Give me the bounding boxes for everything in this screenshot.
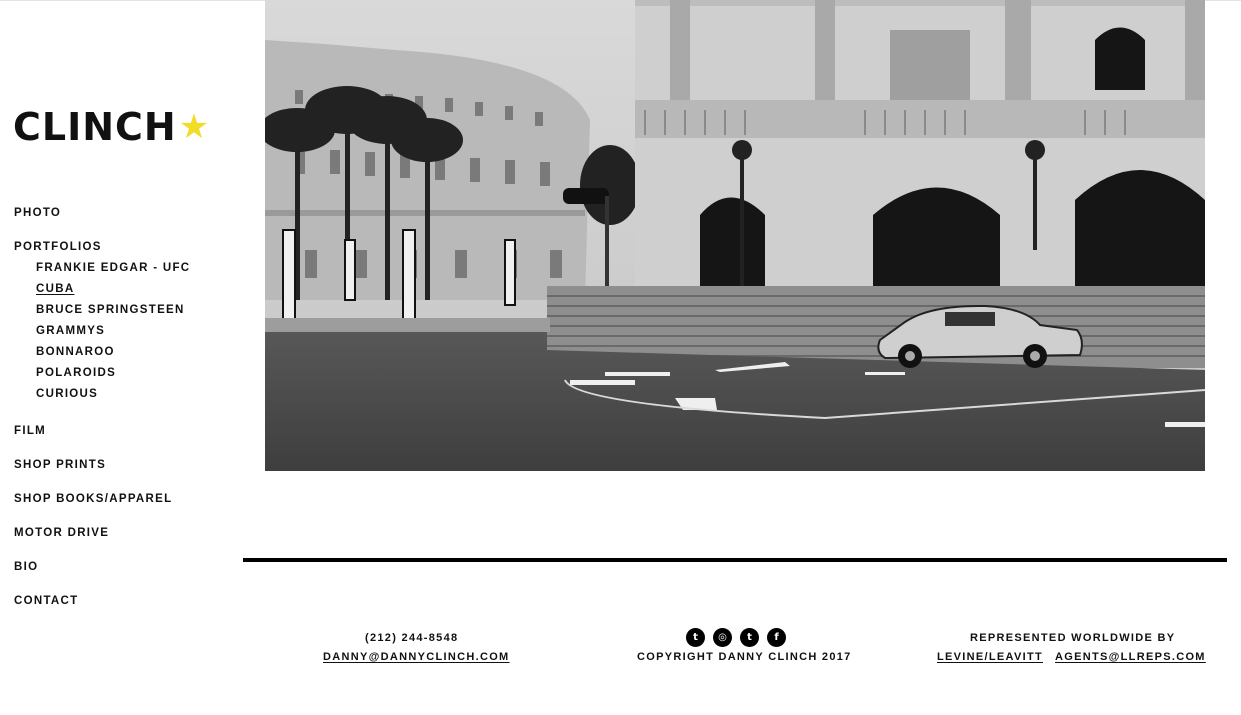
- footer-copyright: COPYRIGHT DANNY CLINCH 2017: [637, 651, 852, 663]
- nav-portfolio-curious[interactable]: CURIOUS: [36, 388, 98, 400]
- footer-represented-by: REPRESENTED WORLDWIDE BY: [970, 632, 1176, 644]
- twitter-icon[interactable]: t: [686, 628, 705, 647]
- nav-portfolio-cuba[interactable]: CUBA: [36, 283, 74, 295]
- footer-divider: [243, 558, 1227, 562]
- nav-shop-books-apparel[interactable]: SHOP BOOKS/APPAREL: [14, 493, 172, 505]
- footer-agency-email-link[interactable]: AGENTS@LLREPS.COM: [1055, 651, 1206, 663]
- nav-motor-drive[interactable]: MOTOR DRIVE: [14, 527, 109, 539]
- hero-photo[interactable]: [265, 0, 1205, 471]
- nav-bio[interactable]: BIO: [14, 561, 38, 573]
- nav-portfolio-polaroids[interactable]: POLAROIDS: [36, 367, 116, 379]
- nav-contact[interactable]: CONTACT: [14, 595, 78, 607]
- logo[interactable]: CLINCH ★: [13, 108, 209, 146]
- nav-photo[interactable]: PHOTO: [14, 207, 61, 219]
- social-links: t ◎ t f: [686, 628, 786, 647]
- nav-film[interactable]: FILM: [14, 425, 46, 437]
- nav-portfolio-bruce-springsteen[interactable]: BRUCE SPRINGSTEEN: [36, 304, 185, 316]
- nav-portfolio-frankie-edgar[interactable]: FRANKIE EDGAR - UFC: [36, 262, 190, 274]
- facebook-icon[interactable]: f: [767, 628, 786, 647]
- nav-portfolios[interactable]: PORTFOLIOS: [14, 241, 102, 253]
- nav-portfolio-bonnaroo[interactable]: BONNAROO: [36, 346, 115, 358]
- nav-shop-prints[interactable]: SHOP PRINTS: [14, 459, 106, 471]
- star-icon: ★: [178, 108, 210, 146]
- footer-phone: (212) 244-8548: [365, 632, 459, 644]
- instagram-icon[interactable]: ◎: [713, 628, 732, 647]
- footer-agency-link[interactable]: LEVINE/LEAVITT: [937, 651, 1043, 663]
- tumblr-icon[interactable]: t: [740, 628, 759, 647]
- nav-portfolio-grammys[interactable]: GRAMMYS: [36, 325, 105, 337]
- footer-email-link[interactable]: DANNY@DANNYCLINCH.COM: [323, 651, 510, 663]
- logo-text: CLINCH: [13, 105, 177, 149]
